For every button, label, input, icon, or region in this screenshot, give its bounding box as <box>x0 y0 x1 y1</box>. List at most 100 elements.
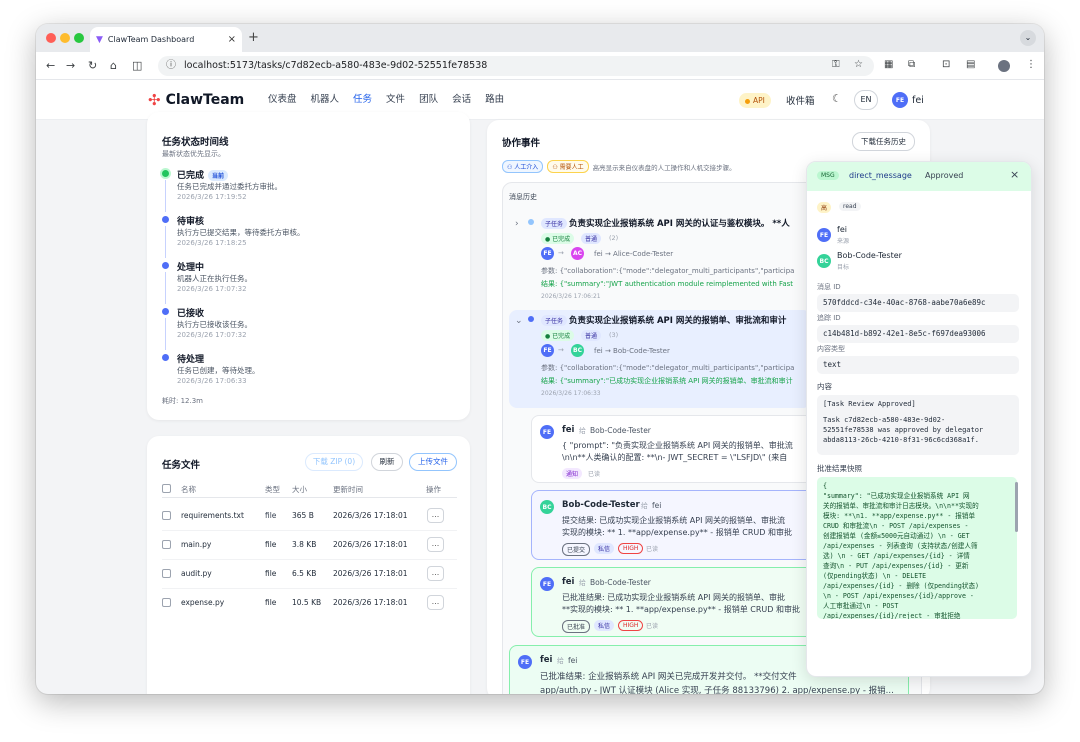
chevron-right-icon[interactable]: › <box>515 219 519 229</box>
arrow-right-icon: → <box>558 249 564 257</box>
message-count: (2) <box>609 234 619 242</box>
row-actions-button[interactable]: ... <box>427 508 444 523</box>
nav-routes[interactable]: 路由 <box>485 80 504 120</box>
subtask-event[interactable]: › 子任务 负责实现企业报销系统 API 网关的认证与鉴权模块。 **人 ● 已… <box>509 213 811 307</box>
user-menu[interactable]: FE fei <box>892 92 924 108</box>
download-zip-button[interactable]: 下载 ZIP (0) <box>305 453 363 471</box>
file-updated: 2026/3/26 17:18:01 <box>333 540 408 549</box>
message-recipient: fei <box>568 656 578 665</box>
row-checkbox[interactable] <box>162 569 171 578</box>
close-icon[interactable]: × <box>1010 168 1019 181</box>
message-card[interactable]: BC Bob-Code-Tester 给 fei 提交结果: 已成功实现企业报销… <box>531 490 821 560</box>
table-row[interactable]: expense.py file 10.5 KB 2026/3/26 17:18:… <box>162 589 457 618</box>
timeline-item-desc: 执行方已接收该任务。 <box>177 320 252 329</box>
row-actions-button[interactable]: ... <box>427 537 444 552</box>
message-sender: fei <box>540 655 553 665</box>
api-label: API <box>753 96 765 105</box>
status-dot-icon <box>162 354 169 361</box>
file-updated: 2026/3/26 17:18:01 <box>333 598 408 607</box>
read-badge: read <box>839 202 861 211</box>
extension-grid-icon[interactable]: ▦ <box>884 59 893 70</box>
file-type: file <box>265 598 277 607</box>
snapshot-line: 选) \n - GET /api/expenses/{id} - 详情 <box>823 552 970 560</box>
url-text: localhost:5173/tasks/c7d82ecb-a580-483e-… <box>184 60 488 71</box>
new-tab-icon[interactable]: + <box>248 30 259 45</box>
snapshot-line: (仅pending状态) \n - DELETE <box>823 572 927 580</box>
read-status: 已读 <box>588 471 601 478</box>
status-badge: ● 已完成 <box>541 330 575 341</box>
snapshot-line: 人工审批通过\n - POST <box>823 602 899 610</box>
message-tag: 已批准 <box>562 620 591 633</box>
column-name: 名称 <box>181 485 196 494</box>
browser-menu-icon[interactable]: ⋮ <box>1026 59 1036 70</box>
language-toggle[interactable]: EN <box>854 90 878 110</box>
upload-file-button[interactable]: 上传文件 <box>409 453 457 471</box>
crab-logo-icon: ✣ <box>148 91 161 109</box>
message-card[interactable]: FE fei 给 Bob-Code-Tester { "prompt": "负责… <box>531 415 821 483</box>
theme-moon-icon[interactable]: ☾ <box>832 92 842 105</box>
screenshot-icon[interactable]: ⊡ <box>942 59 950 70</box>
status-dot-icon <box>745 98 750 104</box>
subtask-tag: 子任务 <box>541 218 568 229</box>
sidebar-icon[interactable]: ◫ <box>132 59 142 72</box>
brand-logo[interactable]: ✣ ClawTeam <box>148 91 244 109</box>
password-key-icon[interactable]: ⚿ <box>832 59 840 70</box>
site-info-icon[interactable]: ⓘ <box>166 56 176 76</box>
events-title: 协作事件 <box>502 138 541 149</box>
history-title: 消息历史 <box>509 193 537 201</box>
row-checkbox[interactable] <box>162 511 171 520</box>
table-row[interactable]: requirements.txt file 365 B 2026/3/26 17… <box>162 502 457 531</box>
content-line: Task c7d82ecb-a580-483e-9d02- <box>823 416 946 424</box>
browser-window: ▼ ClawTeam Dashboard × + ⌄ ← → ↻ ⌂ ◫ ⓘ l… <box>36 24 1044 694</box>
message-id-value: 570fddcd-c34e-40ac-8768-aabe70a6e89c <box>817 294 1019 312</box>
browser-tab[interactable]: ▼ ClawTeam Dashboard × <box>90 27 242 52</box>
row-checkbox[interactable] <box>162 540 171 549</box>
forward-icon[interactable]: → <box>66 59 75 72</box>
close-tab-icon[interactable]: × <box>228 34 236 45</box>
profile-avatar[interactable] <box>998 60 1010 72</box>
timeline-item-title: 待审核 <box>177 217 205 227</box>
subtask-event[interactable]: ⌄ 子任务 负责实现企业报销系统 API 网关的报销单、审批流和审计 ● 已完成… <box>509 310 811 408</box>
address-bar[interactable]: ⓘ localhost:5173/tasks/c7d82ecb-a580-483… <box>158 56 874 76</box>
close-window-button[interactable] <box>46 33 56 43</box>
content-line: [Task Review Approved] <box>823 400 916 408</box>
download-history-button[interactable]: 下载任务历史 <box>852 132 915 151</box>
trace-id-value: c14b481d-b892-42e1-8e5c-f697dea93006 <box>817 325 1019 343</box>
snapshot-line: /api/expenses - 列表查询 (支持状态/创建人筛 <box>823 542 978 550</box>
select-all-checkbox[interactable] <box>162 484 171 493</box>
tab-search-icon[interactable]: ⌄ <box>1020 30 1036 46</box>
column-actions: 操作 <box>426 485 441 494</box>
minimize-window-button[interactable] <box>60 33 70 43</box>
row-actions-button[interactable]: ... <box>427 566 444 581</box>
human-tag: ⚇ 人工介入 <box>502 160 544 173</box>
chevron-down-icon[interactable]: ⌄ <box>515 316 523 326</box>
message-line: app/auth.py - JWT 认证模块 (Alice 实现, 子任务 88… <box>540 686 894 694</box>
api-status-badge[interactable]: API <box>739 93 771 108</box>
status-dot-icon <box>162 308 169 315</box>
snapshot-scrollbar[interactable] <box>1015 482 1018 532</box>
bookmark-star-icon[interactable]: ☆ <box>854 59 863 70</box>
message-line: 提交结果: 已成功实现企业报销系统 API 网关的报销单、审批流 <box>562 516 785 525</box>
inbox-link[interactable]: 收件箱 <box>786 93 815 107</box>
table-row[interactable]: audit.py file 6.5 KB 2026/3/26 17:18:01 … <box>162 560 457 589</box>
message-type: direct_message <box>849 171 912 180</box>
content-line: abda8113-26cb-4210-8f31-96c6cd368a1f. <box>823 436 979 444</box>
back-icon[interactable]: ← <box>46 59 55 72</box>
row-checkbox[interactable] <box>162 598 171 607</box>
timeline-item-title: 已完成 当前 <box>177 168 229 181</box>
message-arrow: 给 <box>641 502 648 510</box>
avatar: FE <box>541 344 554 357</box>
reload-icon[interactable]: ↻ <box>88 59 97 72</box>
row-actions-button[interactable]: ... <box>427 595 444 610</box>
table-row[interactable]: main.py file 3.8 KB 2026/3/26 17:18:01 .… <box>162 531 457 560</box>
message-sender: Bob-Code-Tester <box>562 500 640 510</box>
reading-list-icon[interactable]: ▤ <box>966 59 975 70</box>
zoom-window-button[interactable] <box>74 33 84 43</box>
message-tag: 已提交 <box>562 543 591 556</box>
home-icon[interactable]: ⌂ <box>110 59 117 72</box>
refresh-button[interactable]: 刷新 <box>371 453 403 471</box>
avatar: FE <box>540 577 554 591</box>
extensions-icon[interactable]: ⧉ <box>908 59 915 70</box>
detail-header: MSG direct_message Approved × <box>807 162 1031 191</box>
message-card[interactable]: FE fei 给 Bob-Code-Tester 已批准结果: 已成功实现企业报… <box>531 567 821 637</box>
